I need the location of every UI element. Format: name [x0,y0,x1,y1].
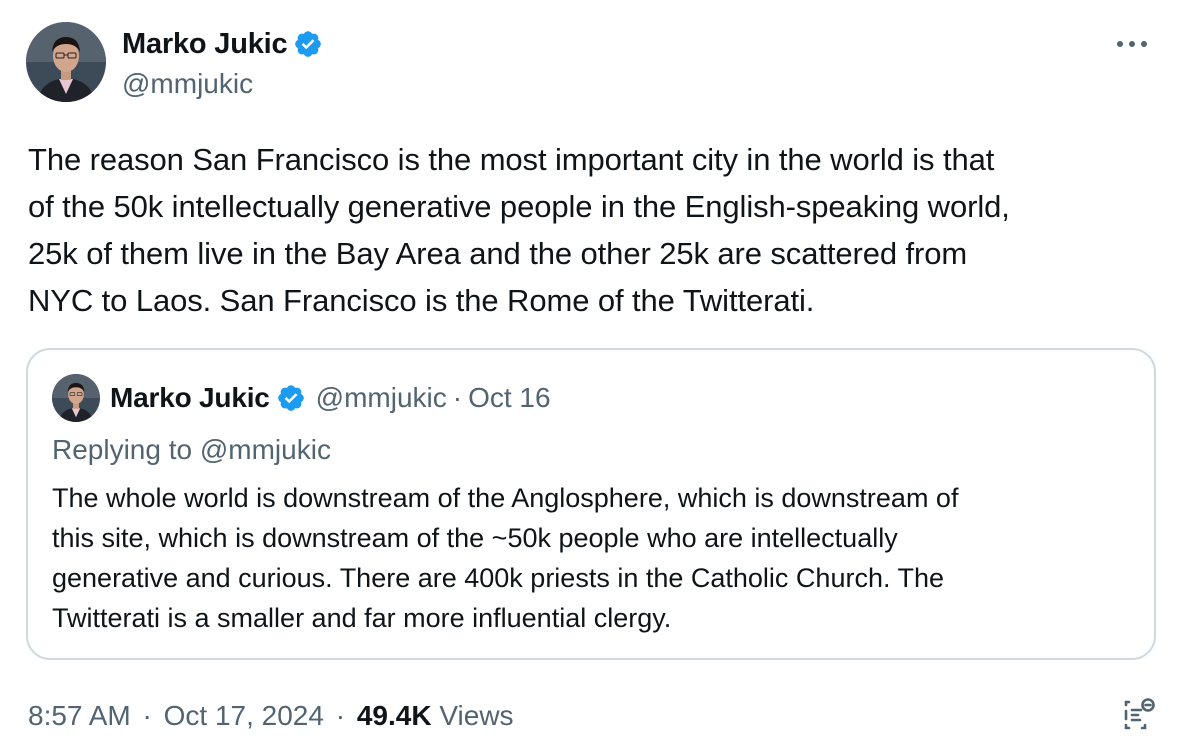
quoted-author-name[interactable]: Marko Jukic [110,378,270,418]
quoted-tweet-card[interactable]: Marko Jukic @mmjukic · Oct 16 Replying t… [26,348,1156,660]
tweet-text: The reason San Francisco is the most imp… [28,142,1010,318]
verified-badge-icon [293,29,323,59]
analytics-button[interactable] [1118,694,1160,736]
more-options-button[interactable] [1112,32,1152,56]
quoted-author-avatar[interactable] [52,374,100,422]
author-name-row[interactable]: Marko Jukic [122,27,323,61]
author-name[interactable]: Marko Jukic [122,27,288,61]
replying-to[interactable]: Replying to @mmjukic [52,430,331,470]
avatar-image [26,22,106,102]
views-label[interactable]: Views [439,700,513,731]
verified-badge-icon [276,383,306,413]
views-count[interactable]: 49.4K [357,700,432,731]
quoted-author-handle[interactable]: @mmjukic [316,378,447,418]
author-handle[interactable]: @mmjukic [122,67,253,101]
meta-separator: · [452,382,463,413]
quoted-tweet-text: The whole world is downstream of the Ang… [52,483,959,633]
quoted-header: Marko Jukic @mmjukic · Oct 16 [110,378,551,418]
avatar-image [52,374,100,422]
meta-separator: · [335,700,346,731]
more-options-icon [1117,41,1147,47]
author-avatar[interactable] [26,22,106,102]
meta-separator: · [142,700,152,731]
tweet-date[interactable]: Oct 17, 2024 [164,700,324,731]
tweet-footer: 8:57 AM · Oct 17, 2024 · 49.4K Views [28,696,514,736]
analytics-icon [1124,698,1155,730]
quoted-date[interactable]: Oct 16 [468,378,550,418]
tweet-time[interactable]: 8:57 AM [28,700,131,731]
